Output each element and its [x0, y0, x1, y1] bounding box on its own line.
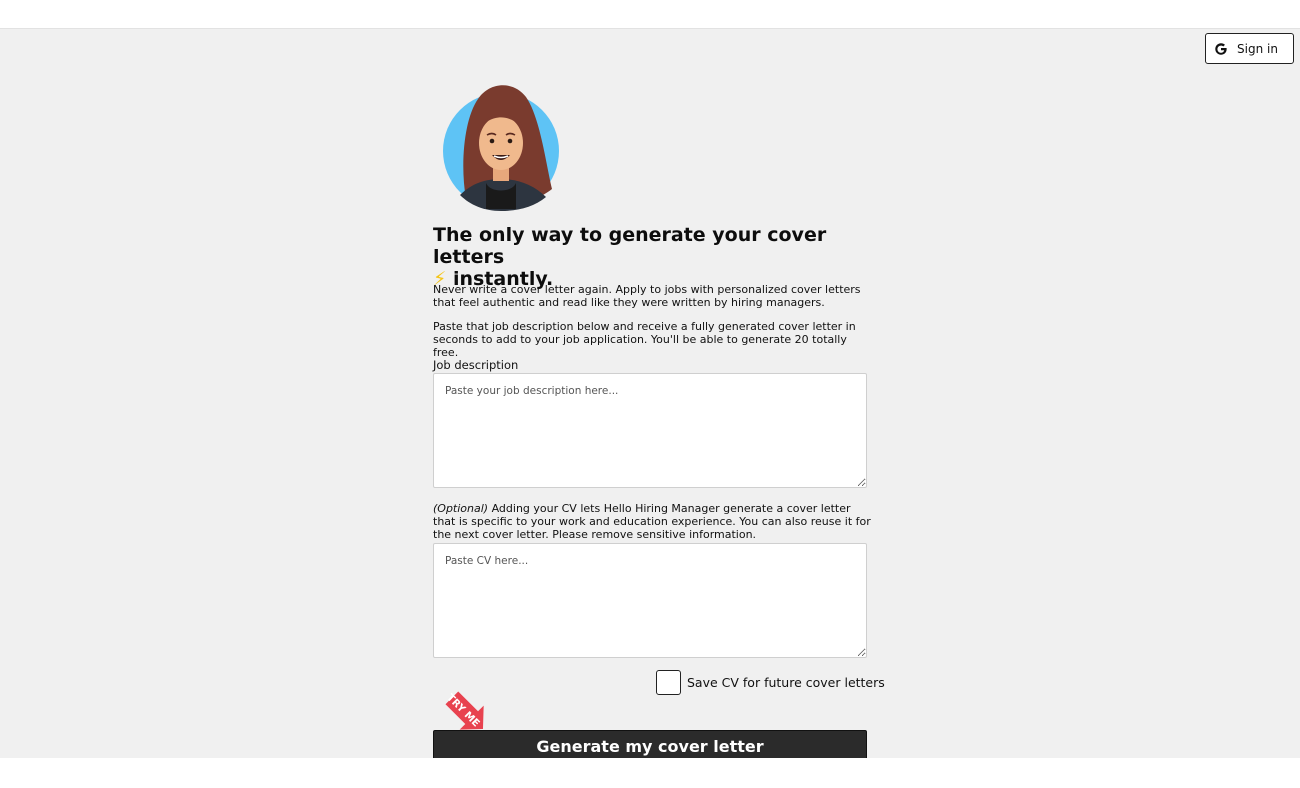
- sign-in-button[interactable]: Sign in: [1205, 33, 1294, 64]
- generate-button[interactable]: Generate my cover letter: [433, 730, 867, 758]
- save-cv-row: Save CV for future cover letters: [656, 670, 885, 695]
- intro-paragraph-2: Paste that job description below and rec…: [433, 320, 856, 359]
- sign-in-label: Sign in: [1237, 41, 1278, 56]
- intro-paragraph-1: Never write a cover letter again. Apply …: [433, 283, 861, 309]
- save-cv-label[interactable]: Save CV for future cover letters: [687, 675, 885, 690]
- browser-top-bar: [0, 0, 1300, 29]
- page-headline: The only way to generate your cover lett…: [433, 224, 873, 290]
- headline-text: The only way to generate your cover lett…: [433, 224, 827, 268]
- browser-bottom-bar: [0, 758, 1300, 788]
- main-page: Sign in The only way to generate your co…: [0, 29, 1300, 758]
- job-description-input[interactable]: [433, 373, 867, 488]
- avatar-face: [479, 116, 523, 170]
- job-description-label: Job description: [433, 358, 519, 372]
- avatar-illustration: [443, 85, 559, 211]
- google-icon: [1215, 42, 1227, 55]
- save-cv-checkbox[interactable]: [656, 670, 681, 695]
- cv-input[interactable]: [433, 543, 867, 658]
- optional-tag: (Optional): [433, 502, 489, 515]
- cv-note: (Optional) Adding your CV lets Hello Hir…: [433, 502, 873, 541]
- cv-note-text: Adding your CV lets Hello Hiring Manager…: [433, 502, 871, 541]
